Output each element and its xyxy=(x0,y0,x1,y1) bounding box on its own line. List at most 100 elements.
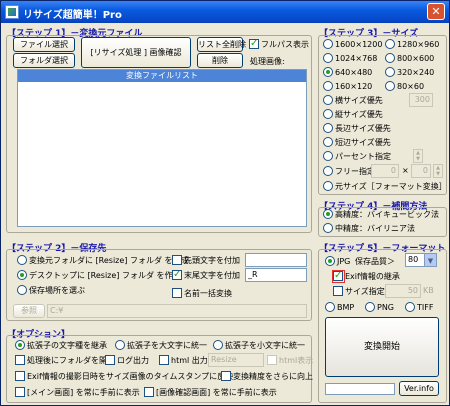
source-folder-radio[interactable]: 変換元フォルダに [Resize] フォルダ を作成 xyxy=(17,255,189,266)
exif-timestamp-checkbox[interactable]: Exif情報の撮影日時をサイズ画像のタイムスタンプに反映 xyxy=(15,371,233,382)
bicubic-radio[interactable]: 高精度：バイキュービック法 xyxy=(323,209,439,220)
confirm-front-check-icon xyxy=(144,387,154,397)
open-folder-checkbox[interactable]: 処理後にフォルダを開く xyxy=(15,355,115,366)
free-height-field[interactable]: 0 xyxy=(411,164,431,178)
width-value-field[interactable]: 300 xyxy=(409,93,433,107)
main-front-label: [メイン画面] を常に手前に表示 xyxy=(27,388,140,397)
html-output-check-icon xyxy=(159,355,169,365)
short-priority-radio[interactable]: 短辺サイズ優先 xyxy=(323,137,391,148)
size-800-radio[interactable]: 800×600 xyxy=(385,53,434,64)
size-spec-field[interactable]: 50 xyxy=(385,284,421,298)
log-output-check-icon xyxy=(105,355,115,365)
file-select-button[interactable]: ファイル選択 xyxy=(13,37,75,52)
bulk-rename-checkbox[interactable]: 名前一括変換 xyxy=(172,288,232,299)
free-label: フリー指定 xyxy=(335,167,375,176)
tiff-radio[interactable]: TIFF xyxy=(405,302,433,313)
prefix-check-icon xyxy=(172,255,182,265)
free-separator: × xyxy=(402,166,409,175)
html-show-checkbox[interactable]: html表示 xyxy=(267,355,313,366)
close-button[interactable]: ✕ xyxy=(427,3,445,20)
processing-image-label: 処理画像: xyxy=(250,57,285,66)
save-path-field[interactable]: C:¥ xyxy=(47,304,307,318)
browse-button[interactable]: 参照 xyxy=(13,304,45,318)
bmp-radio[interactable]: BMP xyxy=(325,302,354,313)
radio-dot xyxy=(365,302,375,312)
percent-radio[interactable]: パーセント指定 xyxy=(323,151,391,162)
percent-spin[interactable]: ▲ ▼ xyxy=(413,149,423,163)
exif-label: Exif情報の継承 xyxy=(345,272,400,281)
size-80-radio[interactable]: 80×60 xyxy=(385,81,424,92)
size-160-radio[interactable]: 160×120 xyxy=(323,81,372,92)
file-list[interactable]: 変換ファイルリスト xyxy=(17,69,307,227)
bilinear-label: 中精度：バイリニア法 xyxy=(335,224,415,233)
fullpath-checkbox[interactable]: フルパス表示 xyxy=(249,38,309,50)
percent-label: パーセント指定 xyxy=(335,152,391,161)
uppercase-extension-radio[interactable]: 拡張子を大文字に統一 xyxy=(115,340,207,351)
long-priority-radio[interactable]: 長辺サイズ優先 xyxy=(323,123,391,134)
long-priority-label: 長辺サイズ優先 xyxy=(335,124,391,133)
version-info-button[interactable]: Ver.info xyxy=(399,381,439,396)
source-folder-label: 変換元フォルダに [Resize] フォルダ を作成 xyxy=(29,256,189,265)
original-size-radio[interactable]: 元サイズ［フォーマット変換］ xyxy=(323,181,447,192)
prefix-checkbox[interactable]: 先頭文字を付加 xyxy=(172,255,240,266)
size-1024-label: 1024×768 xyxy=(335,54,378,63)
confirm-front-label: [画像確認画面] を常に手前に表示 xyxy=(156,388,277,397)
precision-label: 変換精度をさらに向上 xyxy=(233,372,313,381)
size-1280-radio[interactable]: 1280×960 xyxy=(385,39,439,50)
open-folder-check-icon xyxy=(15,355,25,365)
size-320-radio[interactable]: 320×240 xyxy=(385,67,434,78)
bilinear-radio[interactable]: 中精度：バイリニア法 xyxy=(323,223,415,234)
radio-dot xyxy=(385,67,395,77)
precision-checkbox[interactable]: 変換精度をさらに向上 xyxy=(221,371,313,382)
delete-button[interactable]: 削除 xyxy=(197,53,243,68)
size-1024-radio[interactable]: 1024×768 xyxy=(323,53,377,64)
desktop-radio[interactable]: デスクトップに [Resize] フォルダ を作成 xyxy=(17,270,181,281)
lowercase-extension-radio[interactable]: 拡張子を小文字に統一 xyxy=(213,340,305,351)
suffix-label: 末尾文字を付加 xyxy=(184,271,240,280)
png-radio[interactable]: PNG xyxy=(365,302,394,313)
radio-dot xyxy=(323,137,333,147)
suffix-checkbox[interactable]: 末尾文字を付加 xyxy=(172,269,240,281)
exif-checkbox[interactable]: Exif情報の継承 xyxy=(333,270,400,282)
resize-check-button[interactable]: [リサイズ処理 ] 画像確認 xyxy=(81,37,191,68)
free-radio[interactable]: フリー指定 xyxy=(323,166,375,177)
precision-check-icon xyxy=(221,371,231,381)
height-priority-radio[interactable]: 縦サイズ優先 xyxy=(323,109,383,120)
jpg-radio[interactable]: JPG xyxy=(325,256,350,267)
radio-dot xyxy=(323,95,333,105)
confirm-front-checkbox[interactable]: [画像確認画面] を常に手前に表示 xyxy=(144,387,277,398)
log-output-label: ログ出力 xyxy=(117,356,149,365)
html-name-field[interactable]: Resize xyxy=(208,353,264,367)
size-80-label: 80×60 xyxy=(397,82,425,91)
free-width-field[interactable]: 0 xyxy=(371,164,399,178)
size-1600-radio[interactable]: 1600×1200 xyxy=(323,39,382,50)
radio-dot xyxy=(323,39,333,49)
radio-dot xyxy=(323,181,333,191)
radio-dot xyxy=(385,39,395,49)
main-front-checkbox[interactable]: [メイン画面] を常に手前に表示 xyxy=(15,387,140,398)
quality-select[interactable]: 80 ▼ xyxy=(405,253,437,267)
radio-dot xyxy=(323,151,333,161)
list-clear-button[interactable]: リスト全削除 xyxy=(197,37,246,52)
html-output-checkbox[interactable]: html 出力 xyxy=(159,355,208,366)
prefix-field[interactable] xyxy=(245,253,307,267)
size-640-radio[interactable]: 640×480 xyxy=(323,67,372,78)
radio-dot xyxy=(325,256,335,266)
keep-extension-radio[interactable]: 拡張子の文字種を継承 xyxy=(15,340,107,351)
start-conversion-button[interactable]: 変換開始 xyxy=(325,317,439,377)
quality-label: 保存品質＞ xyxy=(355,257,395,266)
log-output-checkbox[interactable]: ログ出力 xyxy=(105,355,149,366)
size-spec-checkbox[interactable]: サイズ指定 xyxy=(333,286,385,297)
choose-location-radio[interactable]: 保存場所を選ぶ xyxy=(17,285,85,296)
free-spin[interactable]: ▲ ▼ xyxy=(433,164,443,178)
radio-dot xyxy=(325,302,335,312)
radio-dot xyxy=(323,166,333,176)
folder-select-button[interactable]: フォルダ選択 xyxy=(13,53,75,68)
fullpath-label: フルパス表示 xyxy=(261,40,309,49)
uppercase-extension-label: 拡張子を大文字に統一 xyxy=(127,341,207,350)
width-priority-radio[interactable]: 横サイズ優先 xyxy=(323,95,383,106)
radio-dot xyxy=(15,340,25,350)
desktop-label: デスクトップに [Resize] フォルダ を作成 xyxy=(29,271,181,280)
suffix-field[interactable]: _R xyxy=(245,268,307,282)
radio-dot xyxy=(323,109,333,119)
